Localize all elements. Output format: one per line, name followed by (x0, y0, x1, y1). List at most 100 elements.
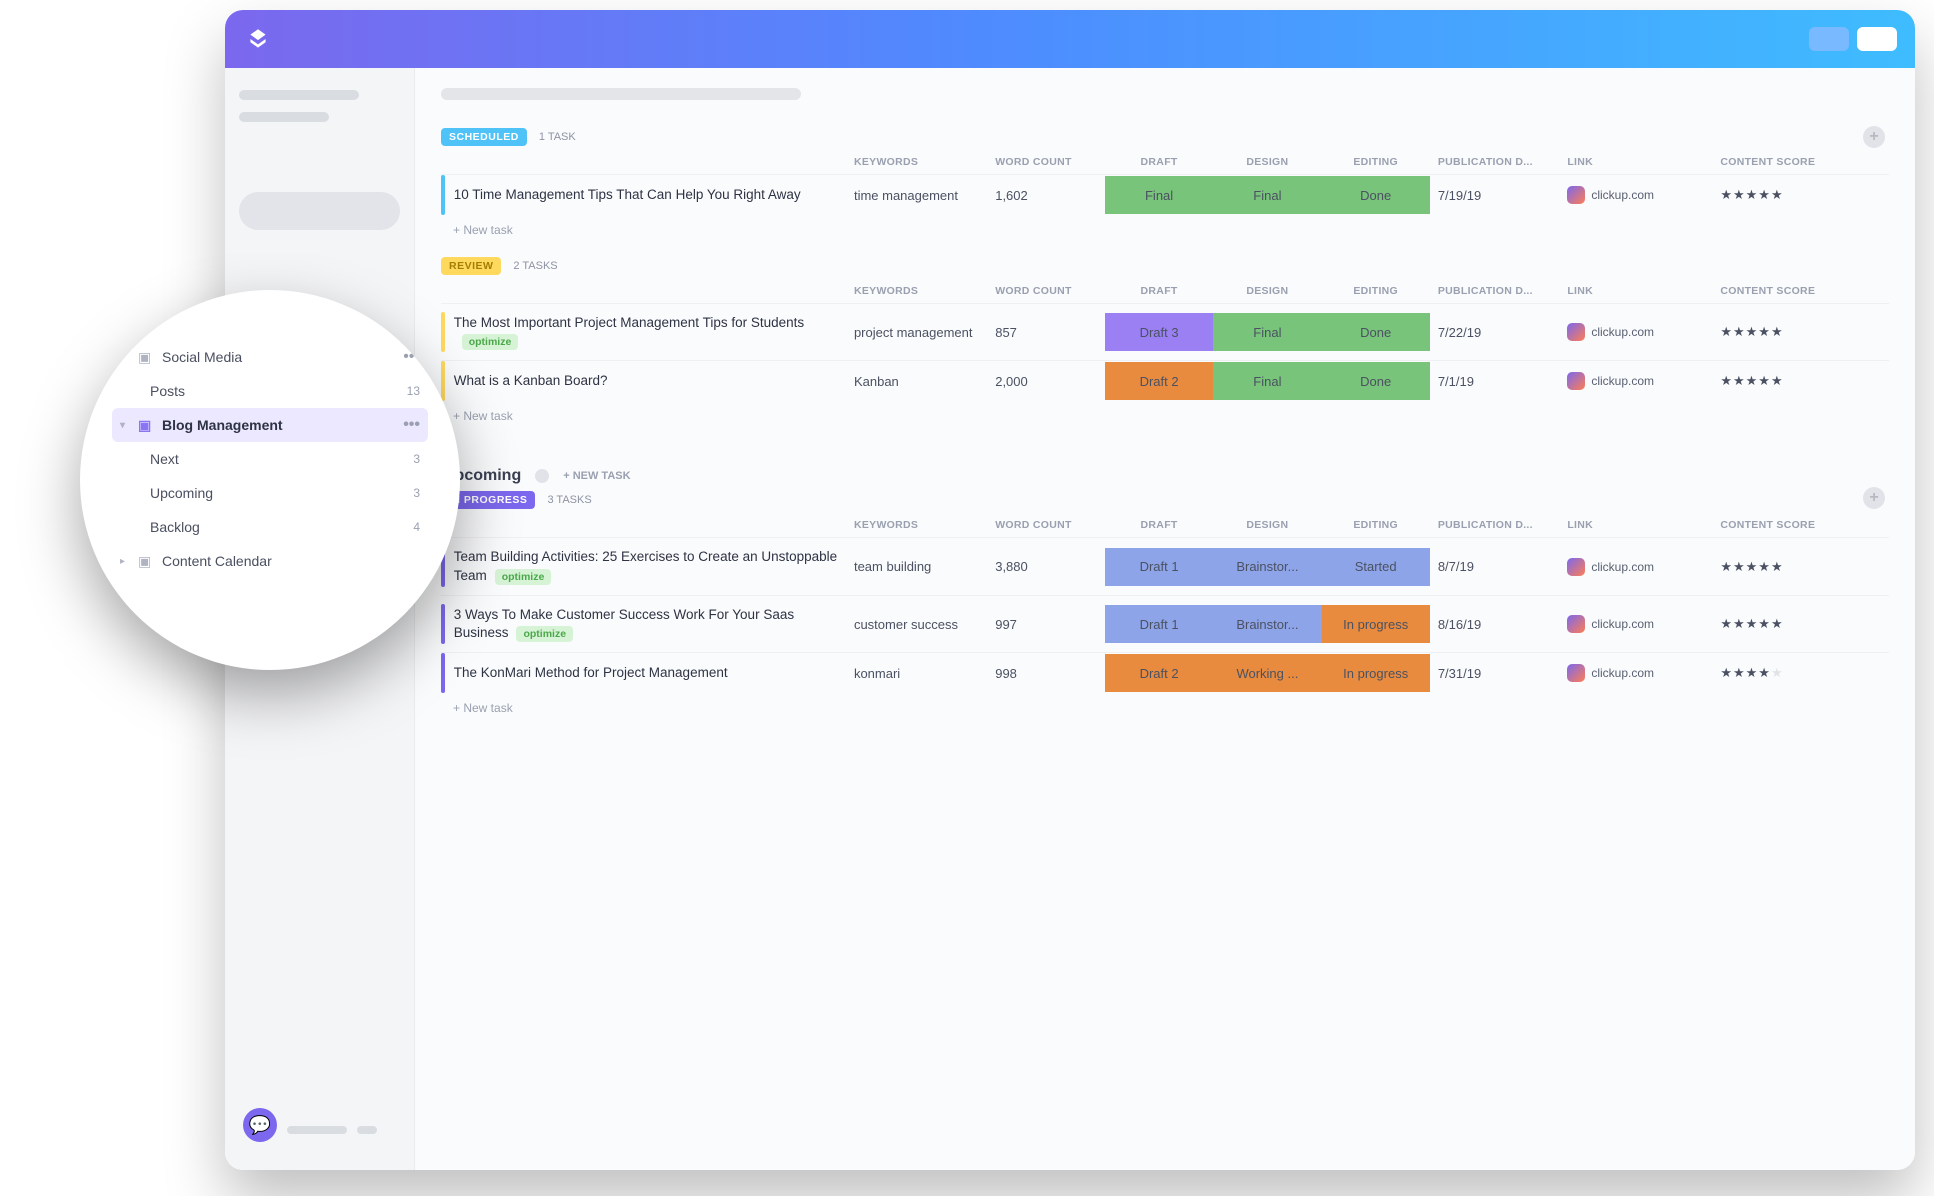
app-window: 💬 + SCHEDULED 1 TASK KEYWORDS WORD COUNT… (225, 10, 1915, 1170)
task-link[interactable]: clickup.com (1567, 664, 1704, 682)
content-score: ★★★★★ (1712, 175, 1889, 216)
add-column-button[interactable]: + (1863, 126, 1885, 148)
stage-design[interactable]: Final (1213, 313, 1321, 351)
task-row[interactable]: 10 Time Management Tips That Can Help Yo… (441, 175, 1889, 216)
caret-icon: ▾ (120, 420, 132, 431)
col-score: CONTENT SCORE (1712, 279, 1889, 304)
col-link: LINK (1559, 279, 1712, 304)
task-keywords: time management (846, 175, 987, 216)
task-keywords: konmari (846, 653, 987, 694)
stage-editing[interactable]: In progress (1322, 605, 1430, 643)
task-row[interactable]: Team Building Activities: 25 Exercises t… (441, 538, 1889, 595)
col-design: DESIGN (1213, 279, 1321, 304)
info-icon[interactable] (535, 469, 549, 483)
col-design: DESIGN (1213, 150, 1321, 175)
sidebar-search[interactable] (239, 192, 400, 230)
new-task-button[interactable]: + New task (441, 693, 1889, 735)
stage-editing[interactable]: Done (1322, 362, 1430, 400)
col-editing: EDITING (1322, 279, 1430, 304)
caret-icon: ▸ (120, 556, 132, 567)
task-pubdate: 8/7/19 (1430, 538, 1559, 595)
titlebar-button[interactable] (1809, 27, 1849, 51)
task-wordcount: 2,000 (987, 361, 1105, 402)
new-task-button[interactable]: + New task (441, 215, 1889, 257)
page-title-placeholder (441, 88, 801, 100)
tree-item-upcoming[interactable]: Upcoming3 (112, 476, 428, 510)
new-task-button[interactable]: + New task (441, 401, 1889, 443)
stage-editing[interactable]: Done (1322, 176, 1430, 214)
col-score: CONTENT SCORE (1712, 513, 1889, 538)
tree-folder-blog management[interactable]: ▾ ▣ Blog Management ••• (112, 408, 428, 442)
task-link[interactable]: clickup.com (1567, 615, 1704, 633)
folder-icon: ▣ (138, 417, 154, 434)
task-row[interactable]: 3 Ways To Make Customer Success Work For… (441, 595, 1889, 652)
stage-editing[interactable]: In progress (1322, 654, 1430, 692)
stage-draft[interactable]: Draft 3 (1105, 313, 1213, 351)
content-score: ★★★★★ (1712, 595, 1889, 652)
task-title[interactable]: Team Building Activities: 25 Exercises t… (454, 548, 838, 584)
task-row[interactable]: The Most Important Project Management Ti… (441, 304, 1889, 361)
task-title[interactable]: The Most Important Project Management Ti… (454, 314, 838, 350)
sidebar-placeholder (239, 90, 359, 100)
link-icon (1567, 558, 1585, 576)
col-link: LINK (1559, 513, 1712, 538)
task-title[interactable]: 3 Ways To Make Customer Success Work For… (454, 606, 838, 642)
stage-design[interactable]: Final (1213, 176, 1321, 214)
link-icon (1567, 664, 1585, 682)
stage-editing[interactable]: Started (1322, 548, 1430, 586)
task-table: KEYWORDS WORD COUNT DRAFT DESIGN EDITING… (441, 279, 1889, 401)
task-link[interactable]: clickup.com (1567, 372, 1704, 390)
task-row[interactable]: What is a Kanban Board? Kanban 2,000 Dra… (441, 361, 1889, 402)
stage-draft[interactable]: Final (1105, 176, 1213, 214)
task-link[interactable]: clickup.com (1567, 558, 1704, 576)
task-wordcount: 857 (987, 304, 1105, 361)
tree-folder-social media[interactable]: ▾ ▣ Social Media ••• (112, 340, 428, 374)
more-icon[interactable]: ••• (403, 416, 420, 434)
task-wordcount: 997 (987, 595, 1105, 652)
col-pubdate: PUBLICATION D... (1430, 279, 1559, 304)
content-score: ★★★★★ (1712, 361, 1889, 402)
tree-folder-content calendar[interactable]: ▸ ▣ Content Calendar (112, 544, 428, 578)
content-score: ★★★★★ (1712, 304, 1889, 361)
new-task-button[interactable]: + NEW TASK (563, 470, 630, 482)
titlebar-button[interactable] (1857, 27, 1897, 51)
task-title[interactable]: What is a Kanban Board? (454, 372, 838, 390)
task-link[interactable]: clickup.com (1567, 186, 1704, 204)
task-row[interactable]: The KonMari Method for Project Managemen… (441, 653, 1889, 694)
content-score: ★★★★★ (1712, 538, 1889, 595)
task-keywords: team building (846, 538, 987, 595)
optimize-chip: optimize (495, 569, 552, 585)
stage-draft[interactable]: Draft 2 (1105, 362, 1213, 400)
stage-design[interactable]: Brainstor... (1213, 548, 1321, 586)
task-count: 2 TASKS (513, 260, 557, 272)
tree-item-posts[interactable]: Posts13 (112, 374, 428, 408)
optimize-chip: optimize (462, 334, 519, 350)
stage-draft[interactable]: Draft 1 (1105, 605, 1213, 643)
task-link[interactable]: clickup.com (1567, 323, 1704, 341)
tree-item-backlog[interactable]: Backlog4 (112, 510, 428, 544)
chat-icon[interactable]: 💬 (243, 1108, 277, 1142)
group-label-review[interactable]: REVIEW (441, 257, 501, 275)
col-draft: DRAFT (1105, 513, 1213, 538)
stage-design[interactable]: Final (1213, 362, 1321, 400)
task-pubdate: 7/1/19 (1430, 361, 1559, 402)
stage-draft[interactable]: Draft 2 (1105, 654, 1213, 692)
task-title[interactable]: 10 Time Management Tips That Can Help Yo… (454, 186, 838, 204)
group-label-scheduled[interactable]: SCHEDULED (441, 128, 527, 146)
stage-design[interactable]: Brainstor... (1213, 605, 1321, 643)
stage-draft[interactable]: Draft 1 (1105, 548, 1213, 586)
task-wordcount: 3,880 (987, 538, 1105, 595)
task-pubdate: 8/16/19 (1430, 595, 1559, 652)
task-keywords: customer success (846, 595, 987, 652)
stage-editing[interactable]: Done (1322, 313, 1430, 351)
section-upcoming: Upcoming + NEW TASK (443, 467, 1889, 485)
titlebar (225, 10, 1915, 68)
tree-item-next[interactable]: Next3 (112, 442, 428, 476)
col-pubdate: PUBLICATION D... (1430, 513, 1559, 538)
task-keywords: Kanban (846, 361, 987, 402)
col-editing: EDITING (1322, 513, 1430, 538)
task-title[interactable]: The KonMari Method for Project Managemen… (454, 664, 838, 682)
col-link: LINK (1559, 150, 1712, 175)
stage-design[interactable]: Working ... (1213, 654, 1321, 692)
link-icon (1567, 615, 1585, 633)
